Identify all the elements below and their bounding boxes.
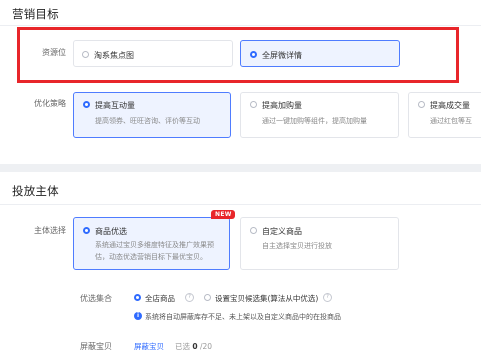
radio-checked[interactable]: [83, 227, 90, 234]
section-title-subject: 投放主体: [12, 184, 59, 198]
subject-option-custom[interactable]: 自定义商品 自主选择宝贝进行投放: [240, 217, 399, 270]
strategy-option-desc: 通过一键加购等组件，提高加购量: [262, 117, 367, 125]
pool-hint: 系统将自动屏蔽库存不足、未上架以及自定义商品中的在投商品: [145, 313, 341, 321]
divider: [0, 204, 481, 205]
highlight-box: [17, 27, 459, 83]
subject-option-title: 自定义商品: [262, 227, 302, 236]
section-title-marketing-goal: 营销目标: [12, 7, 59, 21]
subject-option-desc: 自主选择宝贝进行投放: [262, 242, 332, 250]
count-value: 0: [192, 342, 198, 351]
subject-option-desc: 系统通过宝贝多维度特征及推广效果预估，动态优选营销目标下最优宝贝。: [95, 241, 214, 261]
pool-option-candidate-set[interactable]: 设置宝贝候选集(算法从中优选): [215, 293, 318, 304]
subject-choice-label: 主体选择: [34, 226, 66, 235]
info-icon: i: [134, 312, 142, 320]
strategy-label: 优化策略: [34, 99, 66, 108]
strategy-option-add-cart[interactable]: 提高加购量 通过一键加购等组件，提高加购量: [240, 92, 399, 138]
subject-option-smart-pick[interactable]: 商品优选 系统通过宝贝多维度特征及推广效果预估，动态优选营销目标下最优宝贝。: [73, 217, 230, 270]
strategy-option-title: 提高互动量: [95, 101, 135, 110]
radio-checked[interactable]: [134, 294, 141, 301]
pool-label: 优选集合: [80, 294, 112, 303]
pool-option-all-store[interactable]: 全店商品: [145, 293, 175, 304]
subject-option-title: 商品优选: [95, 227, 127, 236]
subject-card: 投放主体 主体选择 商品优选 系统通过宝贝多维度特征及推广效果预估，动态优选营销…: [0, 172, 481, 359]
count-total: /20: [200, 342, 213, 351]
strategy-option-desc: 提高领券、旺旺咨询、评价等互动: [95, 117, 200, 125]
question-icon[interactable]: ?: [323, 293, 332, 302]
new-badge: NEW: [211, 210, 235, 219]
radio-unchecked[interactable]: [250, 101, 257, 108]
strategy-option-title: 提高成交量: [430, 101, 470, 110]
question-icon[interactable]: ?: [185, 293, 194, 302]
radio-unchecked[interactable]: [204, 294, 211, 301]
strategy-option-desc: 通过红包等互: [430, 117, 472, 125]
marketing-goal-card: 营销目标 资源位 淘系焦点图 全屏微详情 优化策略 提高互动量 提高领券、旺旺咨…: [0, 0, 481, 164]
radio-unchecked[interactable]: [250, 227, 257, 234]
count-prefix: 已选: [175, 342, 190, 351]
blocked-items-count: 已选 0 /20: [175, 341, 212, 352]
blocked-items-link[interactable]: 屏蔽宝贝: [134, 341, 164, 352]
radio-unchecked[interactable]: [418, 101, 425, 108]
strategy-option-transactions[interactable]: 提高成交量 通过红包等互: [408, 92, 481, 138]
strategy-option-interaction[interactable]: 提高互动量 提高领券、旺旺咨询、评价等互动: [73, 92, 231, 138]
radio-checked[interactable]: [83, 101, 90, 108]
strategy-option-title: 提高加购量: [262, 101, 302, 110]
divider: [0, 25, 481, 26]
blocked-items-label: 屏蔽宝贝: [80, 342, 112, 351]
